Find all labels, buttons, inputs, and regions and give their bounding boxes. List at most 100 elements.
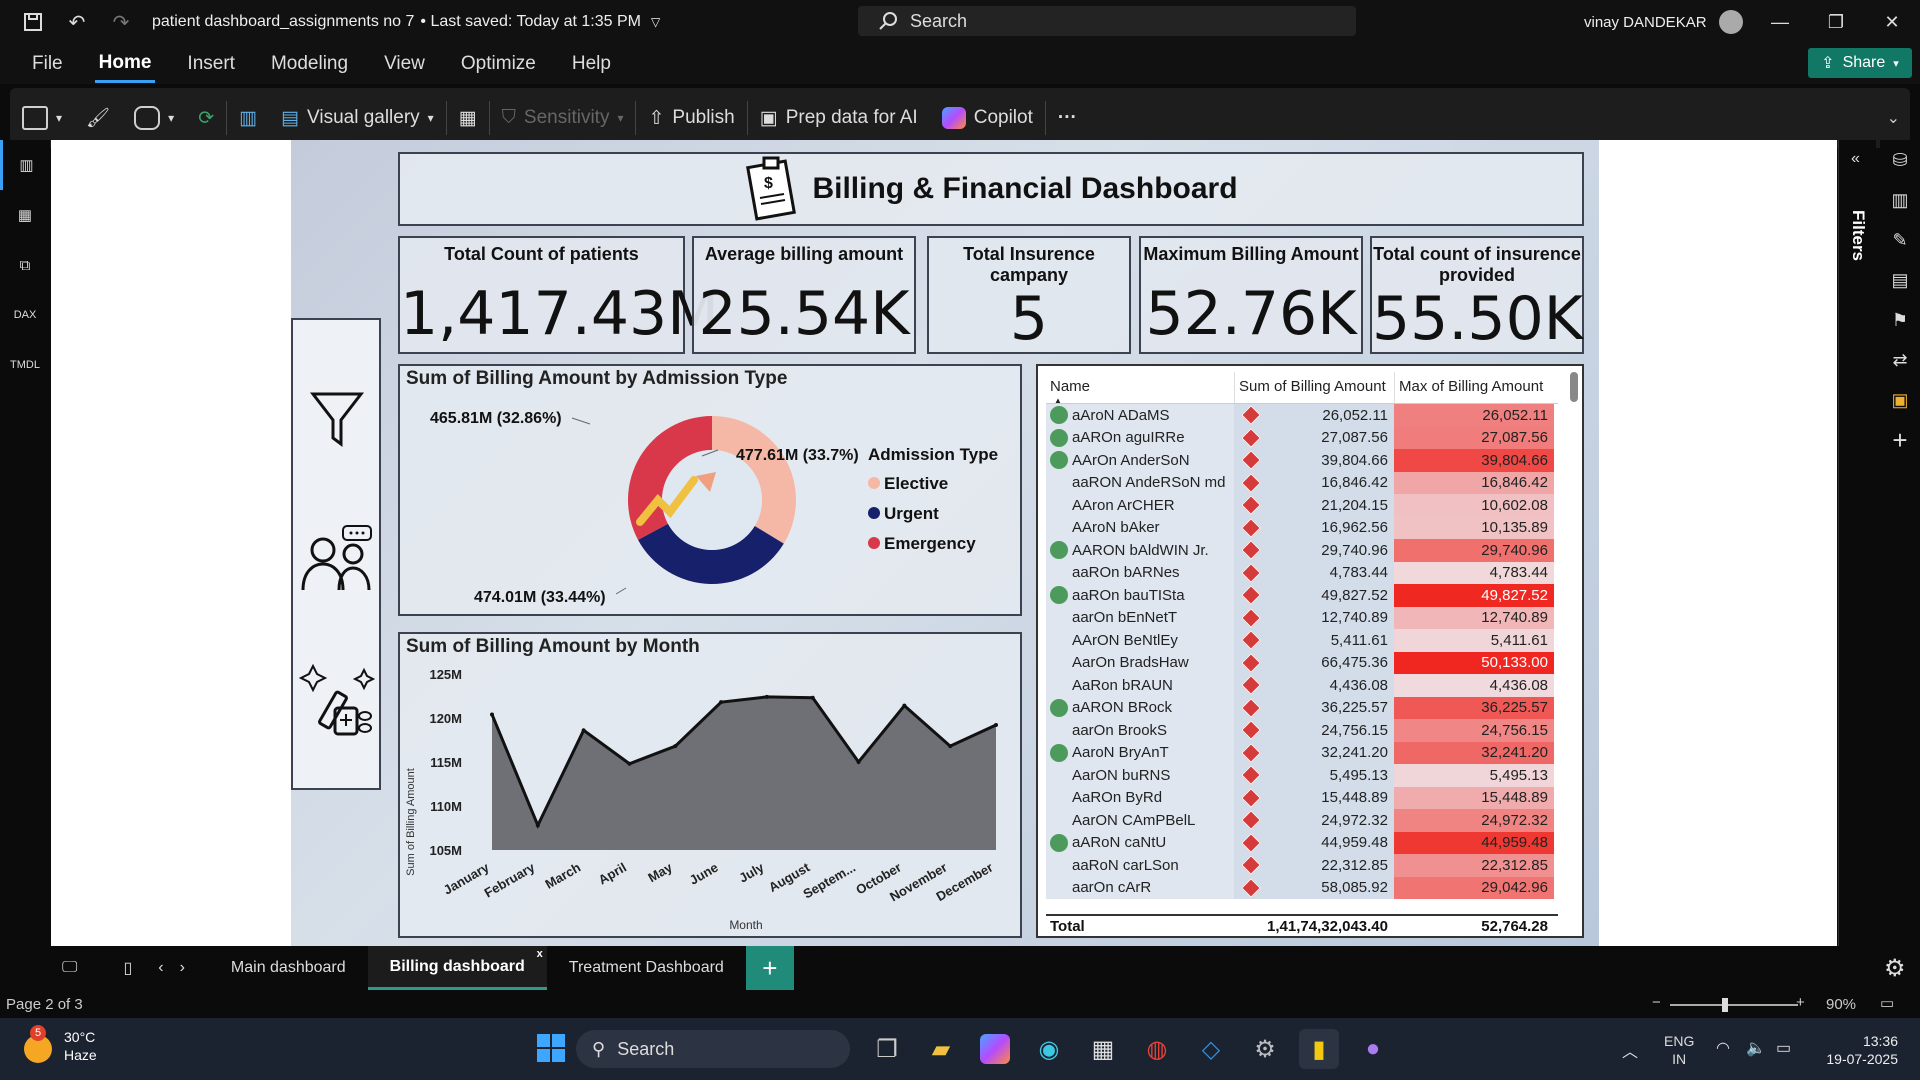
visualizations-pane-icon[interactable]: ▥ xyxy=(1880,180,1920,220)
save-icon[interactable] xyxy=(20,9,46,35)
filters-label[interactable]: Filters xyxy=(1848,210,1868,261)
donut-chart-panel[interactable]: Sum of Billing Amount by Admission Type … xyxy=(398,364,1022,616)
area-chart-panel[interactable]: Sum of Billing Amount by Month 105M 110M 1… xyxy=(398,632,1022,938)
data-point[interactable] xyxy=(627,761,632,766)
new-visual-button[interactable]: ▥ xyxy=(227,88,269,148)
table-row[interactable]: aaROn bauTISta 49,827.52 49,827.52 xyxy=(1046,584,1558,607)
user-name[interactable]: vinay DANDEKAR xyxy=(1584,14,1707,31)
desktop-layout-icon[interactable]: 🖵 xyxy=(0,946,105,990)
battery-icon[interactable]: ▭ xyxy=(1776,1038,1791,1058)
medication-icon[interactable] xyxy=(299,664,375,738)
kpi-card-average-billing[interactable]: Average billing amount 25.54K xyxy=(692,236,916,354)
properties-pane-icon[interactable]: ▤ xyxy=(1880,260,1920,300)
filter-icon[interactable] xyxy=(309,390,365,450)
search-input[interactable]: Search xyxy=(858,6,1356,36)
format-painter-button[interactable]: 🖌 xyxy=(74,88,122,148)
menu-insert[interactable]: Insert xyxy=(183,47,239,81)
settings-icon[interactable]: ⚙ xyxy=(1245,1029,1285,1069)
table-row[interactable]: AAroN bAker 16,962.56 10,135.89 xyxy=(1046,516,1558,539)
data-point[interactable] xyxy=(948,744,953,749)
sensitivity-button[interactable]: ⛉ Sensitivity ▾ xyxy=(490,88,636,148)
data-point[interactable] xyxy=(994,723,998,728)
table-row[interactable]: aaRON AndeRSoN md 16,846.42 16,846.42 xyxy=(1046,471,1558,494)
avatar[interactable] xyxy=(1718,10,1743,34)
fit-page-icon[interactable]: ▭ xyxy=(1880,994,1894,1012)
taskbar-search[interactable]: ⚲ Search xyxy=(576,1030,850,1068)
zoom-slider[interactable] xyxy=(1670,998,1798,1012)
data-point[interactable] xyxy=(902,703,907,708)
table-row[interactable]: aAroN ADaMS 26,052.11 26,052.11 xyxy=(1046,404,1558,427)
undo-icon[interactable]: ↶ xyxy=(64,9,90,35)
copilot-app-icon[interactable] xyxy=(980,1034,1010,1064)
doctor-patient-icon[interactable] xyxy=(299,524,375,594)
menu-view[interactable]: View xyxy=(380,47,429,81)
zoom-in-icon[interactable]: + xyxy=(1796,994,1805,1011)
settings-gear-icon[interactable]: ⚙ xyxy=(1884,954,1906,983)
prep-data-button[interactable]: ▣ Prep data for AI xyxy=(748,88,930,148)
add-page-button[interactable]: + xyxy=(745,946,794,990)
kpi-card-insurance-provided[interactable]: Total count of insurence provided 55.50K xyxy=(1370,236,1584,354)
dax-query-icon[interactable]: DAX xyxy=(0,290,50,340)
next-page-icon[interactable]: › xyxy=(172,946,193,990)
report-view-icon[interactable]: ▥ xyxy=(0,140,50,190)
col-header-name[interactable]: Name ▲ xyxy=(1046,372,1234,405)
share-button[interactable]: ⇪ Share ▾ xyxy=(1808,48,1912,78)
table-row[interactable]: AARON bAldWIN Jr. 29,740.96 29,740.96 xyxy=(1046,539,1558,562)
more-options-button[interactable]: ··· xyxy=(1046,88,1089,148)
table-view-icon[interactable]: ▦ xyxy=(0,190,50,240)
data-point[interactable] xyxy=(764,694,769,699)
table-row[interactable]: AArON BeNtlEy 5,411.61 5,411.61 xyxy=(1046,629,1558,652)
tmdl-view-icon[interactable]: TMDL xyxy=(0,340,50,390)
donut-chart[interactable]: 465.81M (32.86%) 477.61M (33.7%) 474.01M… xyxy=(400,366,1020,614)
close-icon[interactable]: ✕ xyxy=(1864,0,1920,44)
paste-button[interactable]: ▾ xyxy=(10,88,74,148)
col-header-sum[interactable]: Sum of Billing Amount xyxy=(1234,372,1394,403)
table-row[interactable]: AarON CAmPBelL 24,972.32 24,972.32 xyxy=(1046,809,1558,832)
refresh-button[interactable]: ⟳ xyxy=(186,88,226,148)
table-row[interactable]: aARON BRock 36,225.57 36,225.57 xyxy=(1046,696,1558,719)
data-point[interactable] xyxy=(810,695,815,700)
bookmarks-icon[interactable]: ⚑ xyxy=(1880,300,1920,340)
kpi-card-total-patients[interactable]: Total Count of patients 1,417.43M xyxy=(398,236,719,354)
sync-slicers-icon[interactable]: ⇄ xyxy=(1880,340,1920,380)
data-point[interactable] xyxy=(673,744,678,749)
menu-help[interactable]: Help xyxy=(568,47,615,81)
ribbon-collapse-icon[interactable]: ⌄ xyxy=(1887,108,1900,128)
add-pane-icon[interactable]: + xyxy=(1880,420,1920,460)
store-icon[interactable]: ▦ xyxy=(1083,1029,1123,1069)
data-point[interactable] xyxy=(490,712,494,717)
minimize-icon[interactable]: — xyxy=(1752,0,1808,44)
data-point[interactable] xyxy=(581,728,586,733)
table-row[interactable]: AarON buRNS 5,495.13 5,495.13 xyxy=(1046,764,1558,787)
edge-icon[interactable]: ◉ xyxy=(1029,1029,1069,1069)
table-row[interactable]: aaROn bARNes 4,783.44 4,783.44 xyxy=(1046,561,1558,584)
table-row[interactable]: aarOn bEnNetT 12,740.89 12,740.89 xyxy=(1046,606,1558,629)
menu-file[interactable]: File xyxy=(28,47,67,81)
model-view-icon[interactable]: ⧉ xyxy=(0,240,50,290)
document-title[interactable]: patient dashboard_assignments no 7 xyxy=(152,13,414,31)
file-explorer-icon[interactable]: ▰ xyxy=(921,1029,961,1069)
table-row[interactable]: aAROn aguIRRe 27,087.56 27,087.56 xyxy=(1046,426,1558,449)
data-point[interactable] xyxy=(856,760,861,764)
table-row[interactable]: AAron ArCHER 21,204.15 10,602.08 xyxy=(1046,494,1558,517)
zoom-level[interactable]: 90% xyxy=(1826,996,1856,1013)
kpi-card-max-billing[interactable]: Maximum Billing Amount 52.76K xyxy=(1139,236,1363,354)
wifi-icon[interactable]: ◠ xyxy=(1716,1038,1730,1058)
table-row[interactable]: AaRon bRAUN 4,436.08 4,436.08 xyxy=(1046,674,1558,697)
table-row[interactable]: AarOn BradsHaw 66,475.36 50,133.00 xyxy=(1046,651,1558,674)
github-icon[interactable]: ● xyxy=(1353,1029,1393,1069)
menu-home[interactable]: Home xyxy=(94,46,156,83)
weather-widget[interactable]: 5 30°C Haze xyxy=(22,1025,97,1064)
selection-pane-icon[interactable]: ▣ xyxy=(1880,380,1920,420)
publish-button[interactable]: ⇧ Publish xyxy=(636,88,746,148)
billing-table[interactable]: Name ▲ Sum of Billing Amount Max of Bill… xyxy=(1036,364,1584,938)
vscode-icon[interactable]: ◇ xyxy=(1191,1029,1231,1069)
area-chart[interactable]: 105M110M115M120M125MJanuaryFebruary March… xyxy=(400,634,1020,936)
volume-icon[interactable]: 🔈 xyxy=(1746,1038,1766,1058)
get-data-button[interactable]: ▾ xyxy=(122,88,186,148)
data-point[interactable] xyxy=(719,700,724,705)
legend-item-emergency[interactable]: Emergency xyxy=(868,534,976,553)
tab-main-dashboard[interactable]: Main dashboard xyxy=(209,946,368,990)
zoom-slider-thumb[interactable] xyxy=(1722,998,1728,1012)
chrome-icon[interactable]: ◍ xyxy=(1137,1029,1177,1069)
